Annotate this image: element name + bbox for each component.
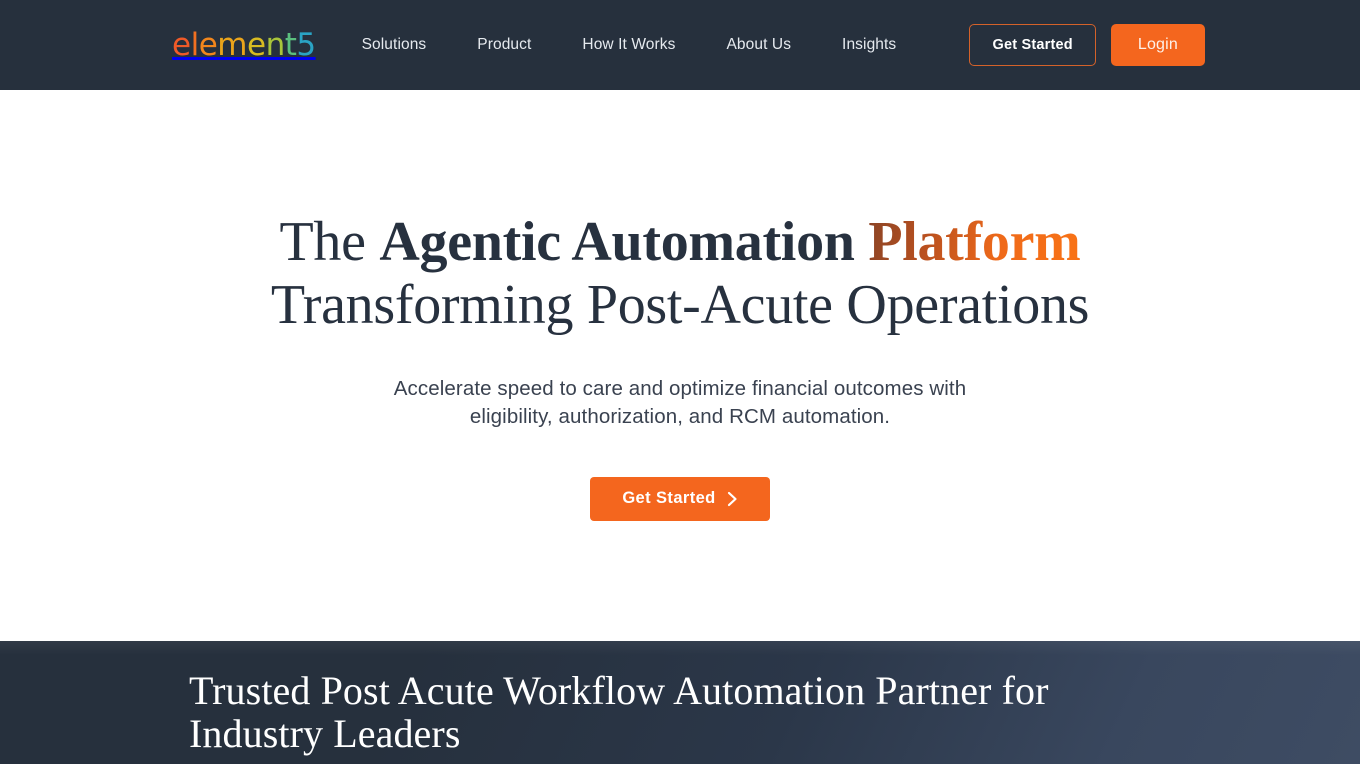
- nav-link-solutions[interactable]: Solutions: [362, 36, 427, 53]
- nav-link-how-it-works[interactable]: How It Works: [582, 36, 675, 53]
- hero-title: The Agentic Automation Platform Transfor…: [270, 211, 1090, 336]
- nav-item-about-us[interactable]: About Us: [726, 36, 791, 54]
- nav-link-product[interactable]: Product: [477, 36, 531, 53]
- header-actions: Get Started Login: [969, 24, 1205, 66]
- nav-list: Solutions Product How It Works About Us …: [362, 36, 897, 54]
- brand-logo[interactable]: e l e m e n t 5: [172, 26, 316, 63]
- logo-letter: m: [217, 26, 247, 63]
- hero-subtitle: Accelerate speed to care and optimize fi…: [393, 377, 967, 429]
- chevron-right-icon: [727, 491, 738, 507]
- trusted-partners-section: Trusted Post Acute Workflow Automation P…: [0, 641, 1360, 764]
- logo-letter: e: [198, 26, 218, 63]
- logo-letter: t: [284, 26, 297, 63]
- nav-item-product[interactable]: Product: [477, 36, 531, 54]
- nav-link-about-us[interactable]: About Us: [726, 36, 791, 53]
- hero-title-accent: Platform: [868, 211, 1081, 273]
- hero-cta-label: Get Started: [622, 489, 716, 508]
- site-header: e l e m e n t 5 Solutions Product How It…: [0, 0, 1360, 90]
- hero-title-part2: Agentic Automation: [379, 211, 869, 273]
- logo-letter: e: [172, 26, 191, 63]
- hero-get-started-button[interactable]: Get Started: [590, 476, 770, 521]
- hero-section: The Agentic Automation Platform Transfor…: [0, 90, 1360, 641]
- logo-letter: l: [190, 26, 200, 63]
- trusted-partners-title: Trusted Post Acute Workflow Automation P…: [189, 668, 1049, 757]
- logo-letter: e: [246, 26, 266, 63]
- logo-letter: 5: [296, 26, 316, 63]
- header-login-button[interactable]: Login: [1110, 24, 1205, 66]
- nav-item-how-it-works[interactable]: How It Works: [582, 36, 675, 54]
- logo-letter: n: [265, 26, 286, 63]
- nav-item-solutions[interactable]: Solutions: [362, 36, 427, 54]
- primary-navigation: Solutions Product How It Works About Us …: [316, 36, 897, 54]
- nav-item-insights[interactable]: Insights: [842, 36, 896, 54]
- header-get-started-button[interactable]: Get Started: [969, 24, 1096, 66]
- hero-title-line2: Transforming Post-Acute Operations: [270, 274, 1090, 336]
- nav-link-insights[interactable]: Insights: [842, 36, 896, 53]
- hero-title-part1: The: [279, 211, 380, 273]
